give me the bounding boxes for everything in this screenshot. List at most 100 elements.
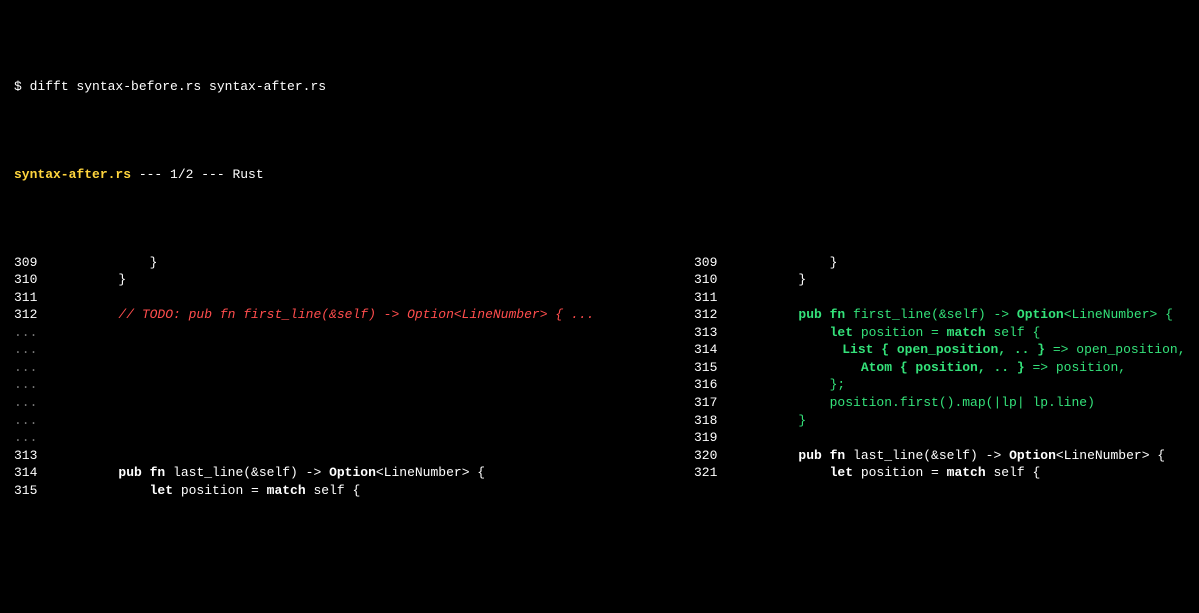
code-segment bbox=[56, 464, 118, 482]
terminal[interactable]: $ difft syntax-before.rs syntax-after.rs… bbox=[0, 0, 1199, 613]
code-segment: last_line(&self) -> bbox=[165, 464, 329, 482]
code-line: 319 bbox=[694, 429, 1174, 447]
code-line: ... bbox=[14, 394, 694, 412]
code-segment bbox=[736, 359, 861, 377]
line-number: 312 bbox=[694, 306, 736, 324]
code-line: 321 let position = match self { bbox=[694, 464, 1174, 482]
line-number: 312 bbox=[14, 306, 56, 324]
code-segment: pub fn bbox=[798, 447, 845, 465]
code-line: 312 // TODO: pub fn first_line(&self) ->… bbox=[14, 306, 694, 324]
code-segment: match bbox=[267, 482, 306, 500]
code-line: 313 bbox=[14, 447, 694, 465]
line-number: 314 bbox=[14, 464, 56, 482]
line-number: 317 bbox=[694, 394, 736, 412]
code-line: 312 pub fn first_line(&self) -> Option<L… bbox=[694, 306, 1174, 324]
code-segment: position = bbox=[853, 464, 947, 482]
code-segment: } bbox=[56, 271, 126, 289]
hunk-1-right-pane: 309 }310 }311312 pub fn first_line(&self… bbox=[694, 254, 1174, 500]
code-segment: List { open_position, .. } bbox=[842, 341, 1045, 359]
hunk-header-file-1: syntax-after.rs bbox=[14, 166, 131, 184]
code-segment bbox=[56, 482, 150, 500]
code-line: 314 pub fn last_line(&self) -> Option<Li… bbox=[14, 464, 694, 482]
line-number: 310 bbox=[694, 271, 736, 289]
line-number: 315 bbox=[14, 482, 56, 500]
code-line: 310 } bbox=[14, 271, 694, 289]
hunk-1-left-pane: 309 }310 }311312 // TODO: pub fn first_l… bbox=[14, 254, 694, 500]
code-segment: Option bbox=[1017, 306, 1064, 324]
line-number: 310 bbox=[14, 271, 56, 289]
line-number: 315 bbox=[694, 359, 736, 377]
line-number: 309 bbox=[694, 254, 736, 272]
line-number: 313 bbox=[694, 324, 736, 342]
code-segment: match bbox=[947, 464, 986, 482]
code-segment bbox=[56, 306, 118, 324]
code-segment: <LineNumber> { bbox=[376, 464, 485, 482]
code-line: 311 bbox=[694, 289, 1174, 307]
code-segment: } bbox=[736, 254, 837, 272]
line-number: ... bbox=[14, 359, 56, 377]
code-segment: => open_position, bbox=[1045, 341, 1185, 359]
prompt-prefix: $ bbox=[14, 78, 30, 96]
line-number: ... bbox=[14, 412, 56, 430]
code-line: 316 }; bbox=[694, 376, 1174, 394]
hunk-header-1: syntax-after.rs --- 1/2 --- Rust bbox=[14, 166, 1185, 184]
code-segment: let bbox=[830, 324, 853, 342]
line-number: ... bbox=[14, 394, 56, 412]
code-segment: } bbox=[798, 412, 806, 430]
hunk-1: 309 }310 }311312 // TODO: pub fn first_l… bbox=[14, 254, 1185, 500]
line-number: 314 bbox=[694, 341, 717, 359]
code-line: ... bbox=[14, 429, 694, 447]
code-segment: last_line(&self) -> bbox=[845, 447, 1009, 465]
code-line: 309 } bbox=[14, 254, 694, 272]
code-segment bbox=[736, 447, 798, 465]
hunk-header-rest-1: --- 1/2 --- Rust bbox=[131, 166, 264, 184]
code-line: 317 position.first().map(|lp| lp.line) bbox=[694, 394, 1174, 412]
line-number: ... bbox=[14, 376, 56, 394]
code-line: ... bbox=[14, 412, 694, 430]
code-line: 309 } bbox=[694, 254, 1174, 272]
code-line: 315 let position = match self { bbox=[14, 482, 694, 500]
code-segment: self { bbox=[306, 482, 361, 500]
code-segment: }; bbox=[830, 376, 846, 394]
code-segment: Option bbox=[329, 464, 376, 482]
code-segment: position = bbox=[173, 482, 267, 500]
code-line: ... bbox=[14, 324, 694, 342]
code-segment: let bbox=[830, 464, 853, 482]
code-segment: } bbox=[56, 254, 157, 272]
line-number: 309 bbox=[14, 254, 56, 272]
code-segment bbox=[736, 376, 830, 394]
code-line: ... bbox=[14, 359, 694, 377]
code-segment: (&self) -> bbox=[931, 306, 1017, 324]
code-segment: pub fn bbox=[118, 464, 165, 482]
code-segment: } bbox=[736, 271, 806, 289]
line-number: 320 bbox=[694, 447, 736, 465]
code-segment: pub fn bbox=[798, 306, 845, 324]
code-segment bbox=[717, 341, 842, 359]
code-line: ... bbox=[14, 341, 694, 359]
line-number: 313 bbox=[14, 447, 56, 465]
code-segment: <LineNumber> { bbox=[1064, 306, 1173, 324]
line-number: ... bbox=[14, 429, 56, 447]
code-line: 318 } bbox=[694, 412, 1174, 430]
code-line: ... bbox=[14, 376, 694, 394]
line-number: 318 bbox=[694, 412, 736, 430]
blank-line bbox=[14, 552, 1185, 570]
line-number: 311 bbox=[694, 289, 736, 307]
line-number: 319 bbox=[694, 429, 736, 447]
code-segment: position.first().map(|lp| lp.line) bbox=[830, 394, 1095, 412]
code-segment bbox=[736, 464, 830, 482]
code-line: 311 bbox=[14, 289, 694, 307]
code-segment: self { bbox=[986, 324, 1041, 342]
line-number: ... bbox=[14, 341, 56, 359]
prompt-line-1: $ difft syntax-before.rs syntax-after.rs bbox=[14, 78, 1185, 96]
code-line: 314 List { open_position, .. } => open_p… bbox=[694, 341, 1174, 359]
code-segment: => position, bbox=[1025, 359, 1126, 377]
code-segment bbox=[736, 412, 798, 430]
code-line: 315 Atom { position, .. } => position, bbox=[694, 359, 1174, 377]
line-number: 311 bbox=[14, 289, 56, 307]
code-segment: self { bbox=[986, 464, 1041, 482]
code-segment: match bbox=[947, 324, 986, 342]
code-line: 313 let position = match self { bbox=[694, 324, 1174, 342]
code-segment: first_line bbox=[845, 306, 931, 324]
code-segment bbox=[736, 324, 830, 342]
